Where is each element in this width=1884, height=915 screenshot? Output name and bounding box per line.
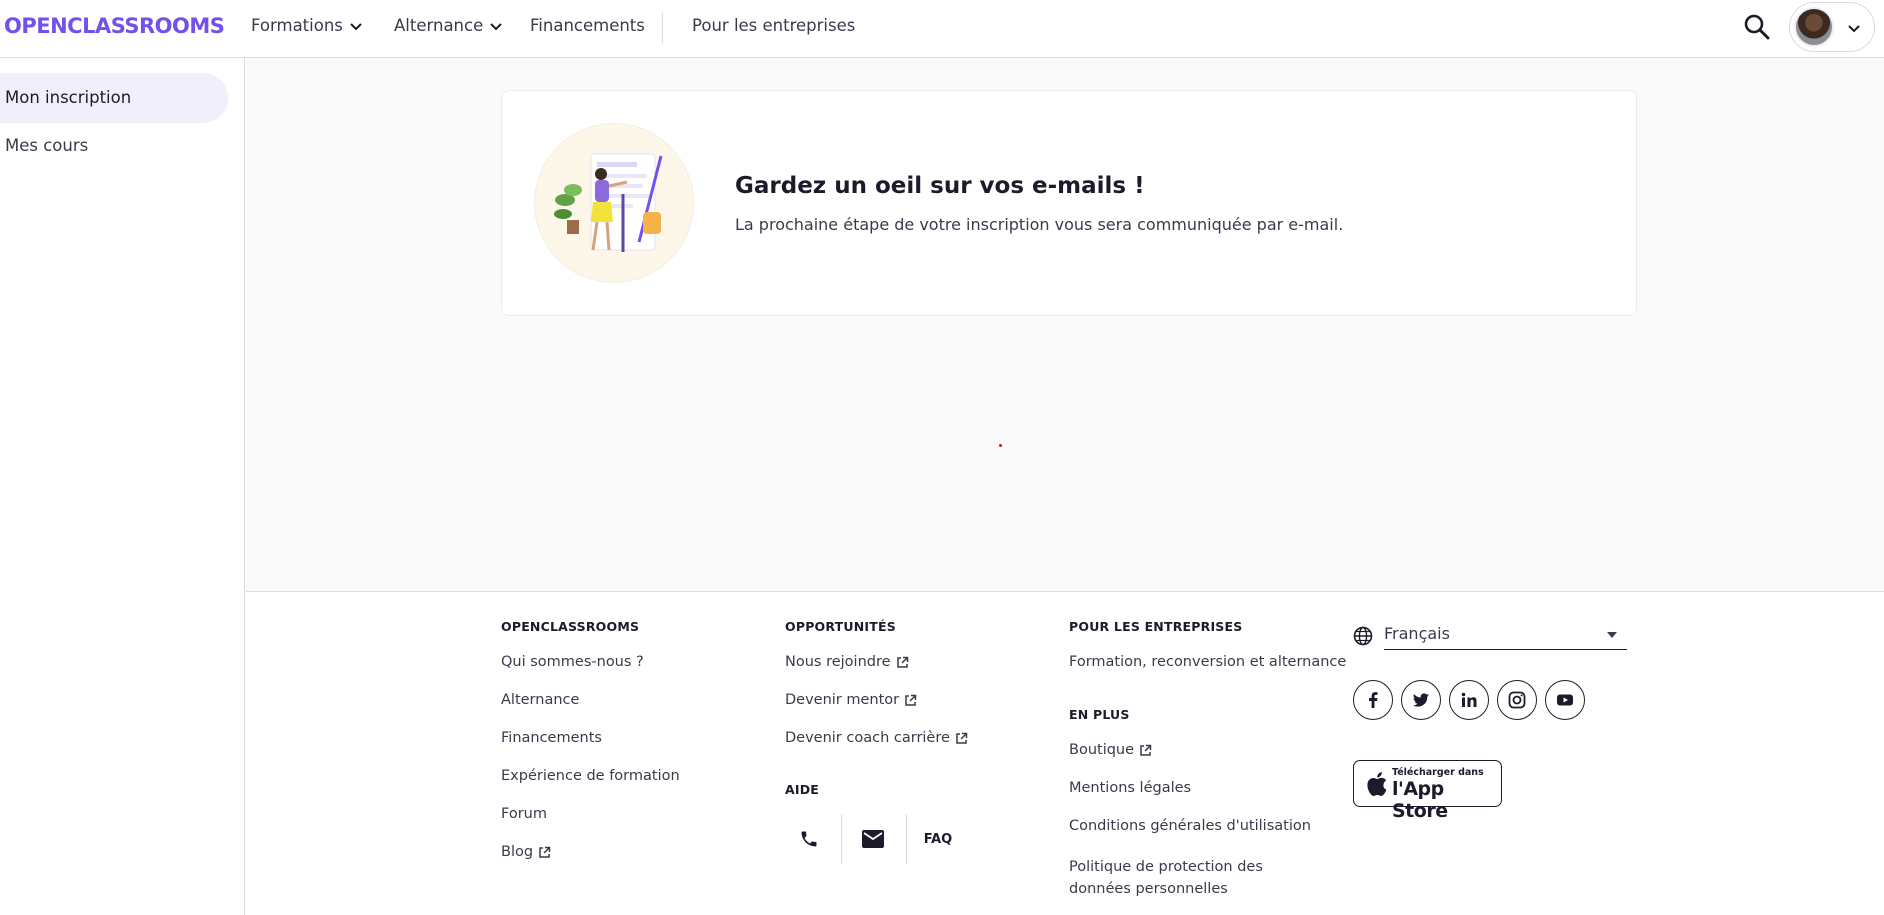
nav-formations[interactable]: Formations (251, 16, 363, 35)
account-menu-button[interactable] (1789, 2, 1875, 52)
footer-link-label: Devenir mentor (785, 692, 900, 708)
globe-icon (1353, 626, 1373, 646)
external-link-icon (539, 846, 551, 858)
footer-link-boutique[interactable]: Boutique (1069, 742, 1152, 758)
email-illustration (534, 123, 694, 283)
help-divider (906, 814, 907, 864)
footer-link-label: Nous rejoindre (785, 654, 891, 670)
footer-heading-en-plus: EN PLUS (1069, 707, 1130, 722)
footer-link-label: Forum (501, 806, 547, 822)
twitter-icon[interactable] (1401, 680, 1441, 720)
language-selected: Français (1384, 624, 1450, 643)
external-link-icon (896, 656, 908, 668)
footer-link-nous-rejoindre[interactable]: Nous rejoindre (785, 654, 909, 670)
nav-entreprises[interactable]: Pour les entreprises (692, 16, 855, 35)
footer-link-label: Politique de protection des données pers… (1069, 859, 1263, 897)
footer-link-label: Alternance (501, 692, 580, 708)
external-link-icon (1140, 744, 1152, 756)
email-button[interactable] (849, 814, 897, 864)
external-link-icon (956, 732, 968, 744)
chevron-down-icon (350, 22, 362, 30)
footer-link-qui-sommes-nous[interactable]: Qui sommes-nous ? (501, 654, 644, 670)
external-link-icon (905, 694, 917, 706)
footer-link-forum[interactable]: Forum (501, 806, 547, 822)
cursor-dot (999, 444, 1002, 447)
nav-alternance[interactable]: Alternance (394, 16, 503, 35)
app-store-badge[interactable]: Télécharger dans l'App Store (1353, 760, 1502, 822)
sidebar: Mon inscription Mes cours (0, 58, 245, 915)
language-select[interactable]: Français (1384, 620, 1627, 650)
help-divider (841, 814, 842, 864)
card-title: Gardez un oeil sur vos e-mails ! (735, 173, 1145, 199)
linkedin-icon[interactable] (1449, 680, 1489, 720)
caret-down-icon (1607, 632, 1617, 638)
footer-link-protection-donnees[interactable]: Politique de protection des données pers… (1069, 856, 1319, 900)
email-notice-card: Gardez un oeil sur vos e-mails ! La proc… (501, 90, 1637, 316)
footer-heading-entreprises: POUR LES ENTREPRISES (1069, 619, 1243, 634)
footer-link-formation-entreprise[interactable]: Formation, reconversion et alternance (1069, 654, 1346, 670)
footer-heading-aide: AIDE (785, 782, 820, 797)
footer-link-label: Blog (501, 844, 534, 860)
sidebar-item-mon-inscription[interactable]: Mon inscription (0, 73, 228, 123)
footer-link-devenir-coach[interactable]: Devenir coach carrière (785, 730, 968, 746)
phone-button[interactable] (785, 814, 833, 864)
facebook-icon[interactable] (1353, 680, 1393, 720)
youtube-icon[interactable] (1545, 680, 1585, 720)
card-text: La prochaine étape de votre inscription … (735, 215, 1344, 234)
footer: OPENCLASSROOMS Qui sommes-nous ? Alterna… (246, 591, 1884, 915)
footer-link-label: Conditions générales d'utilisation (1069, 818, 1311, 834)
footer-link-label: Boutique (1069, 742, 1135, 758)
app-store-small-text: Télécharger dans (1392, 767, 1484, 778)
footer-link-label: Mentions légales (1069, 780, 1192, 796)
footer-link-devenir-mentor[interactable]: Devenir mentor (785, 692, 917, 708)
nav-divider (662, 12, 663, 44)
main-content: Gardez un oeil sur vos e-mails ! La proc… (246, 58, 1884, 591)
footer-link-label: Expérience de formation (501, 768, 680, 784)
nav-formations-label: Formations (251, 16, 343, 35)
phone-icon (801, 831, 817, 847)
search-icon[interactable] (1742, 12, 1772, 42)
avatar (1794, 7, 1834, 47)
language-selector[interactable]: Français (1353, 620, 1627, 650)
apple-icon (1367, 772, 1387, 796)
nav-financements-label: Financements (530, 16, 645, 35)
chevron-down-icon (490, 22, 502, 30)
footer-link-cgu[interactable]: Conditions générales d'utilisation (1069, 818, 1311, 834)
app-store-big-text: l'App Store (1392, 778, 1448, 822)
nav-financements[interactable]: Financements (530, 16, 645, 35)
chevron-down-icon (1848, 25, 1860, 33)
nav-alternance-label: Alternance (394, 16, 484, 35)
footer-heading-opportunites: OPPORTUNITÉS (785, 619, 896, 634)
faq-button[interactable]: FAQ (914, 814, 962, 864)
mail-icon (862, 830, 884, 848)
footer-link-label: Financements (501, 730, 602, 746)
sidebar-item-mes-cours[interactable]: Mes cours (0, 121, 228, 171)
footer-link-experience[interactable]: Expérience de formation (501, 768, 680, 784)
footer-link-mentions-legales[interactable]: Mentions légales (1069, 780, 1191, 796)
instagram-icon[interactable] (1497, 680, 1537, 720)
faq-label: FAQ (923, 831, 953, 847)
footer-link-alternance[interactable]: Alternance (501, 692, 579, 708)
footer-link-financements[interactable]: Financements (501, 730, 602, 746)
openclassrooms-logo[interactable]: OPENCLASSROOMS (4, 14, 225, 38)
footer-link-label: Qui sommes-nous ? (501, 654, 644, 670)
footer-link-label: Devenir coach carrière (785, 730, 950, 746)
top-navbar: OPENCLASSROOMS Formations Alternance Fin… (0, 0, 1884, 58)
footer-heading-openclassrooms: OPENCLASSROOMS (501, 619, 640, 634)
footer-link-blog[interactable]: Blog (501, 844, 551, 860)
nav-entreprises-label: Pour les entreprises (692, 16, 856, 35)
footer-link-label: Formation, reconversion et alternance (1069, 654, 1347, 670)
